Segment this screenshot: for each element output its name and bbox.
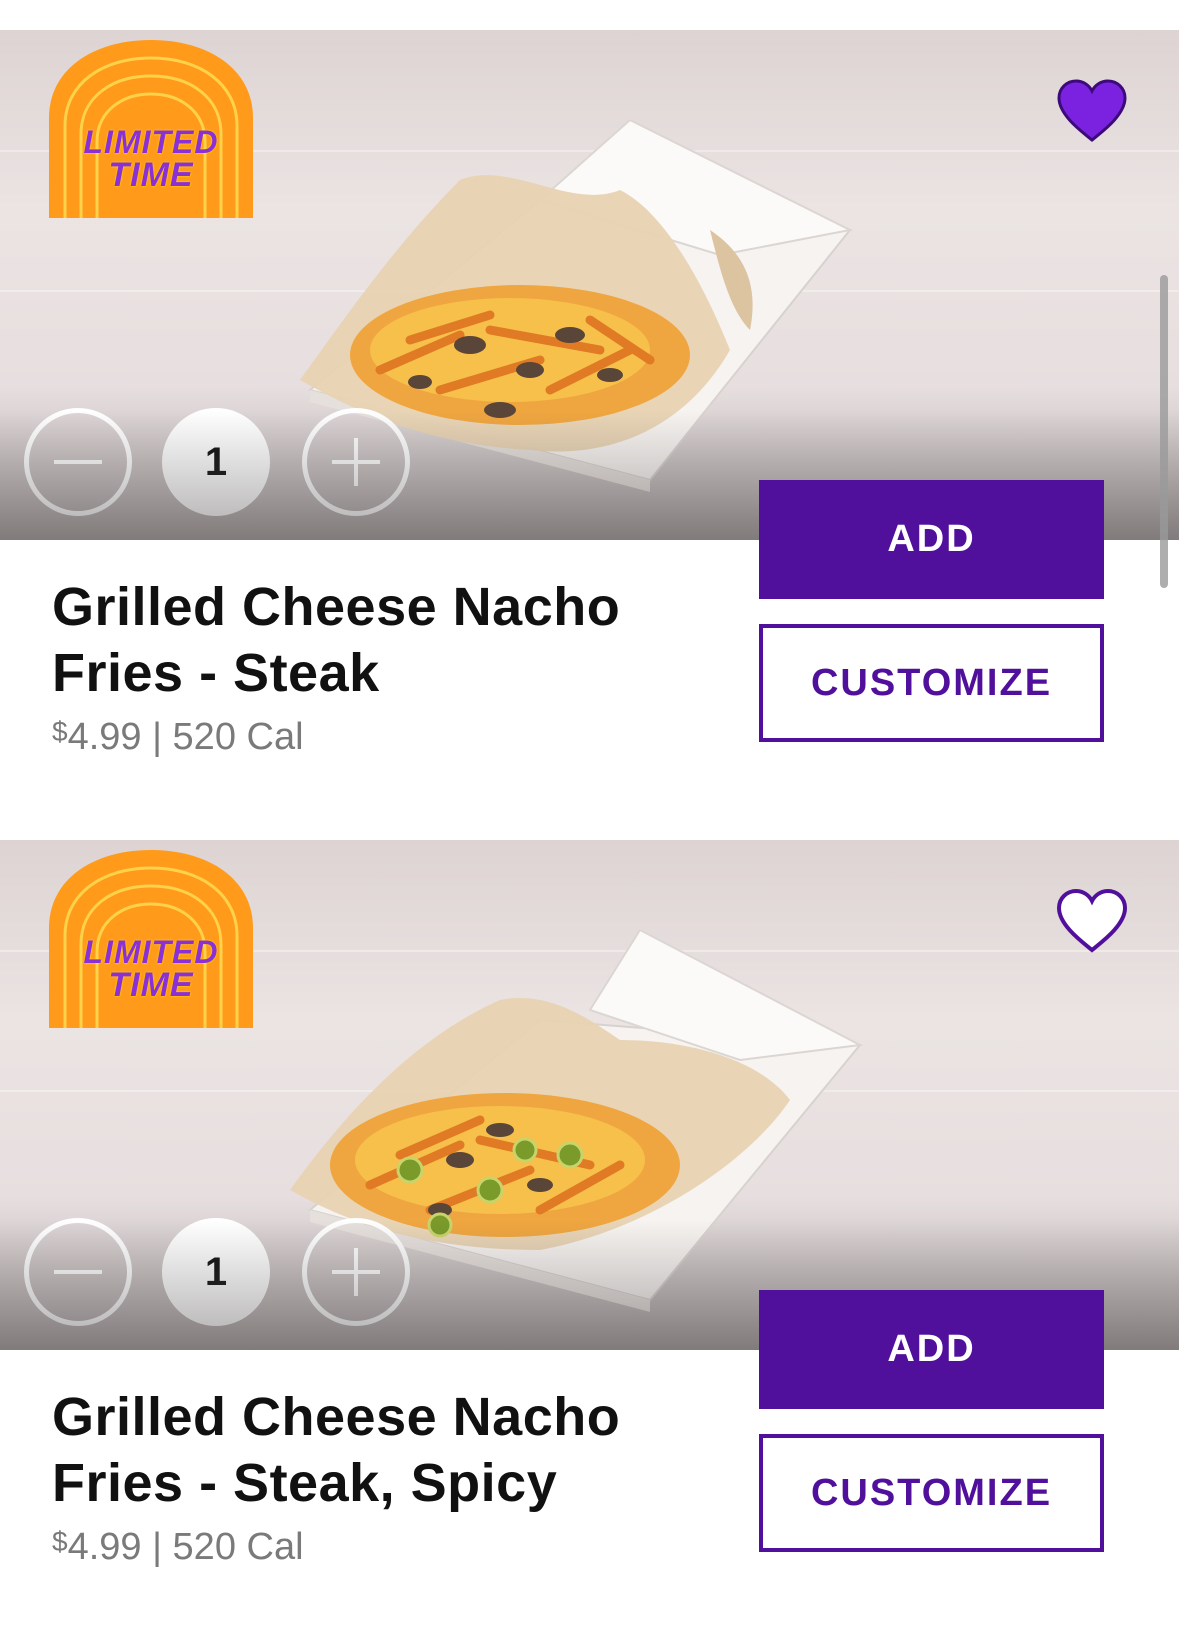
item-price-calories: $4.99 | 520 Cal bbox=[52, 1526, 304, 1569]
item-title[interactable]: Grilled Cheese Nacho Fries - Steak, Spic… bbox=[52, 1384, 692, 1516]
minus-icon bbox=[54, 1270, 102, 1274]
nacho-fries-image bbox=[290, 930, 864, 1312]
increase-quantity-button[interactable] bbox=[302, 408, 410, 516]
limited-time-badge: LIMITED TIME bbox=[45, 38, 257, 228]
plus-icon bbox=[332, 1248, 380, 1296]
minus-icon bbox=[54, 460, 102, 464]
heart-outline-icon[interactable] bbox=[1055, 888, 1129, 954]
item-price: 4.99 bbox=[67, 716, 142, 758]
scrollbar[interactable] bbox=[1160, 275, 1168, 588]
item-title-line1: Grilled Cheese Nacho bbox=[52, 1387, 621, 1447]
product-image[interactable]: LIMITED TIME 1 bbox=[0, 30, 1179, 540]
quantity-value: 1 bbox=[162, 1218, 270, 1326]
plus-icon bbox=[332, 438, 380, 486]
badge-line2: TIME bbox=[108, 966, 194, 1004]
item-title-line1: Grilled Cheese Nacho bbox=[52, 577, 621, 637]
limited-time-badge: LIMITED TIME bbox=[45, 848, 257, 1038]
add-button[interactable]: ADD bbox=[759, 480, 1104, 599]
customize-button[interactable]: CUSTOMIZE bbox=[759, 1434, 1104, 1552]
item-calories: 520 Cal bbox=[172, 1526, 304, 1568]
item-title-line2: Fries - Steak, Spicy bbox=[52, 1453, 558, 1513]
separator: | bbox=[152, 1526, 162, 1568]
nacho-fries-image bbox=[300, 120, 854, 492]
heart-filled-icon[interactable] bbox=[1055, 78, 1129, 144]
increase-quantity-button[interactable] bbox=[302, 1218, 410, 1326]
customize-button[interactable]: CUSTOMIZE bbox=[759, 624, 1104, 742]
quantity-value: 1 bbox=[162, 408, 270, 516]
item-price: 4.99 bbox=[67, 1526, 142, 1568]
badge-line2: TIME bbox=[108, 156, 194, 194]
item-price-calories: $4.99 | 520 Cal bbox=[52, 716, 304, 759]
item-title-line2: Fries - Steak bbox=[52, 643, 380, 703]
currency-symbol: $ bbox=[52, 1526, 68, 1557]
decrease-quantity-button[interactable] bbox=[24, 1218, 132, 1326]
currency-symbol: $ bbox=[52, 716, 68, 747]
product-image[interactable]: LIMITED TIME 1 bbox=[0, 840, 1179, 1350]
separator: | bbox=[152, 716, 162, 758]
add-button[interactable]: ADD bbox=[759, 1290, 1104, 1409]
item-title[interactable]: Grilled Cheese Nacho Fries - Steak bbox=[52, 574, 692, 706]
decrease-quantity-button[interactable] bbox=[24, 408, 132, 516]
item-calories: 520 Cal bbox=[172, 716, 304, 758]
